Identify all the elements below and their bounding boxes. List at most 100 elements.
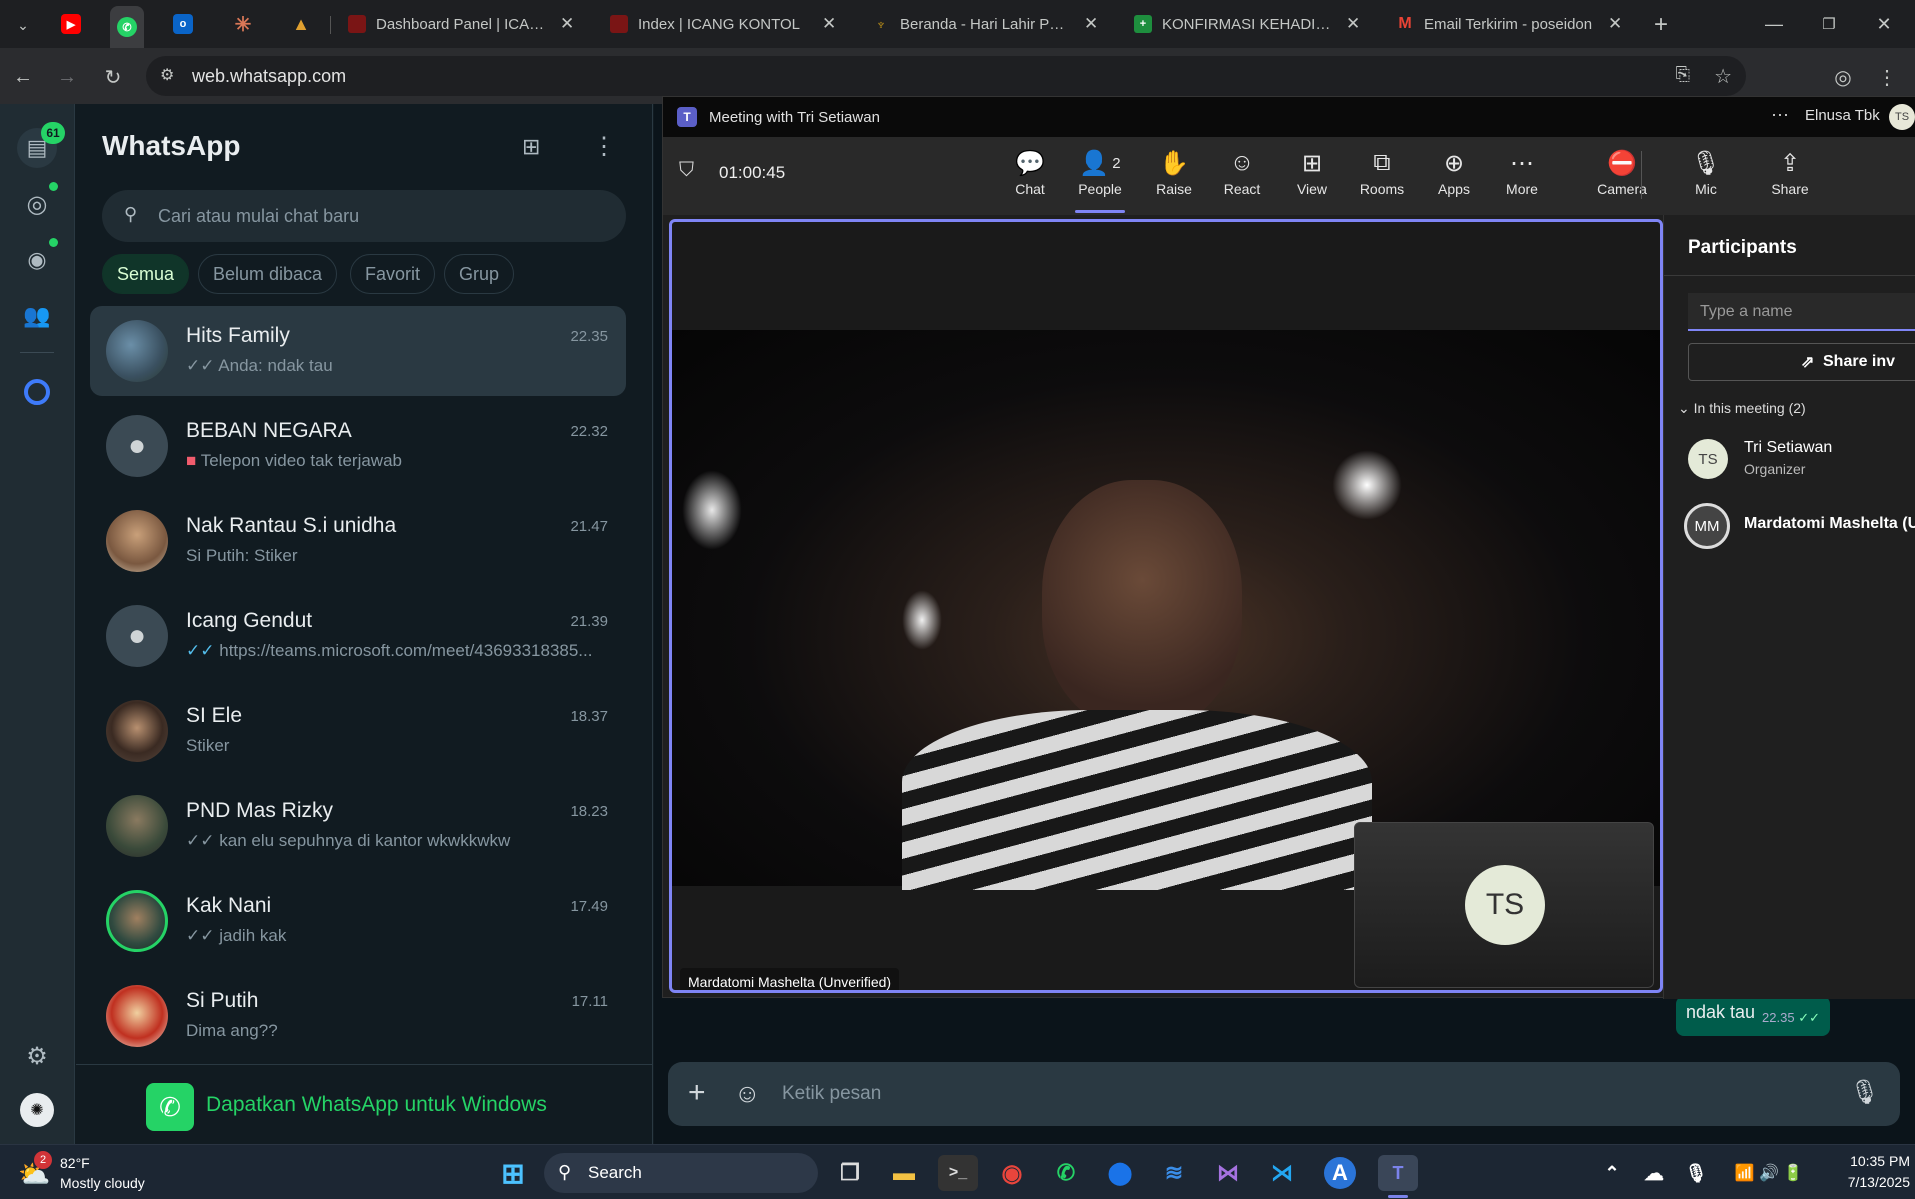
filter-favorites[interactable]: Favorit	[350, 254, 436, 294]
in-meeting-section[interactable]: ⌄ In this meeting (2)	[1678, 400, 1806, 417]
whatsapp-taskbar-button[interactable]: ✆	[1046, 1155, 1086, 1191]
back-button[interactable]: ←	[8, 62, 38, 92]
chrome-button[interactable]: ◉	[992, 1155, 1032, 1191]
reload-icon: ↻	[104, 66, 122, 89]
preview-text: jadih kak	[219, 926, 287, 945]
restore-button[interactable]: ❐	[1809, 10, 1849, 38]
toolbar-rooms-button[interactable]: ⧉ Rooms	[1349, 145, 1415, 209]
settings-nav-button[interactable]: ⚙	[17, 1036, 57, 1076]
pinned-tab-logo[interactable]: ▲	[284, 10, 318, 38]
close-icon[interactable]: ✕	[822, 14, 836, 34]
start-button[interactable]: ⊞	[493, 1155, 533, 1191]
task-view-button[interactable]: ❐	[830, 1155, 870, 1191]
toolbar-view-button[interactable]: ⊞ View	[1279, 145, 1345, 209]
app-button[interactable]: ≋	[1154, 1155, 1194, 1191]
pinned-tab-whatsapp[interactable]: ✆	[110, 6, 144, 48]
file-explorer-button[interactable]: ▬	[884, 1155, 924, 1191]
tab-konfirmasi[interactable]: + KONFIRMASI KEHADIRAN ✕	[1124, 6, 1379, 42]
visual-studio-button[interactable]: ⋈	[1208, 1155, 1248, 1191]
close-icon[interactable]: ✕	[1346, 14, 1360, 34]
participant-row[interactable]: MM Mardatomi Mashelta (U	[1684, 501, 1915, 551]
profile-button[interactable]: ◎	[1828, 62, 1858, 92]
taskbar-search[interactable]: ⚲ Search	[544, 1153, 818, 1193]
chat-item-hits-family[interactable]: Hits Family 22.35 ✓✓ Anda: ndak tau	[90, 306, 626, 396]
reload-button[interactable]: ↻	[98, 62, 128, 92]
message-composer[interactable]: + ☺ Ketik pesan 🎙	[668, 1062, 1900, 1126]
pinned-tab-outlook[interactable]: o	[166, 10, 200, 38]
chat-item-si-putih[interactable]: Si Putih 17.11 Dima ang??	[90, 971, 626, 1061]
bookmark-star-icon[interactable]: ☆	[1714, 64, 1732, 89]
filter-unread[interactable]: Belum dibaca	[198, 254, 338, 294]
terminal-button[interactable]: >_	[938, 1155, 978, 1191]
app-store-button[interactable]: A	[1324, 1157, 1356, 1189]
share-invite-button[interactable]: ⇗ Share inv	[1688, 343, 1915, 381]
toolbar-people-button[interactable]: 👤 2 People	[1067, 145, 1133, 213]
tab-dashboard-panel[interactable]: Dashboard Panel | ICANG ✕	[338, 6, 593, 42]
toolbar-raise-button[interactable]: ✋ Raise	[1141, 145, 1207, 209]
chat-item-nak-rantau[interactable]: Nak Rantau S.i unidha 21.47 Si Putih: St…	[90, 496, 626, 586]
new-chat-button[interactable]: ⊞	[522, 134, 540, 160]
close-icon[interactable]: ✕	[1608, 14, 1622, 34]
pinned-tab-youtube[interactable]: ▶	[54, 10, 88, 38]
chat-item-icang-gendut[interactable]: ● Icang Gendut 21.39 ✓✓ https://teams.mi…	[90, 591, 626, 681]
tab-index[interactable]: Index | ICANG KONTOL ✕	[600, 6, 855, 42]
toolbar-camera-button[interactable]: ⛔ Camera	[1589, 145, 1655, 209]
tab-title: Dashboard Panel | ICANG	[376, 15, 546, 33]
participant-row[interactable]: TS Tri Setiawan Organizer	[1688, 435, 1915, 481]
close-icon[interactable]: ✕	[560, 14, 574, 34]
minimize-button[interactable]: —	[1754, 10, 1794, 38]
system-tray-quick-settings[interactable]: 📶 🔊 🔋	[1714, 1155, 1824, 1191]
microphone-tray-button[interactable]: 🎙	[1676, 1155, 1716, 1191]
folder-icon: ▬	[893, 1160, 915, 1185]
participant-search-input[interactable]: Type a name	[1688, 293, 1915, 331]
chats-nav-button[interactable]: ▤ 61	[17, 122, 65, 168]
mic-icon[interactable]: 🎙	[1850, 1078, 1880, 1107]
toolbar-mic-button[interactable]: 🎙 Mic	[1673, 145, 1739, 209]
sticker-icon[interactable]: ☺	[734, 1078, 761, 1109]
close-window-button[interactable]: ✕	[1864, 10, 1904, 38]
teams-taskbar-button[interactable]: T	[1378, 1155, 1418, 1191]
toolbar-more-button[interactable]: ⋯ More	[1489, 145, 1555, 209]
profile-nav-button[interactable]: ✺	[17, 1090, 57, 1130]
tab-beranda[interactable]: ♆ Beranda - Hari Lahir Panca ✕	[862, 6, 1117, 42]
onedrive-button[interactable]: ☁	[1634, 1155, 1674, 1191]
get-windows-app-link[interactable]: ✆ Dapatkan WhatsApp untuk Windows	[76, 1064, 653, 1144]
address-bar[interactable]: ⚙ web.whatsapp.com ☆ ⎘	[146, 56, 1746, 96]
chat-time: 17.49	[570, 898, 608, 915]
toolbar-react-button[interactable]: ☺ React	[1209, 145, 1275, 209]
more-options-icon[interactable]: ⋯	[1771, 105, 1789, 126]
chat-item-si-ele[interactable]: SI Ele 18.37 Stiker	[90, 686, 626, 776]
forward-button[interactable]: →	[52, 62, 82, 92]
site-info-icon[interactable]: ⚙	[160, 65, 174, 85]
meta-ai-button[interactable]	[17, 372, 57, 412]
install-app-icon[interactable]: ⎘	[1676, 64, 1690, 85]
attach-button[interactable]: +	[688, 1076, 706, 1110]
communities-nav-button[interactable]: 👥	[17, 296, 57, 336]
show-hidden-icons-button[interactable]: ⌃	[1592, 1155, 1632, 1191]
menu-button[interactable]: ⋮	[592, 132, 616, 161]
new-tab-button[interactable]: +	[1646, 10, 1676, 40]
toolbar-apps-button[interactable]: ⊕ Apps	[1421, 145, 1487, 209]
user-avatar[interactable]: TS	[1889, 104, 1915, 130]
status-nav-button[interactable]: ◎	[17, 182, 58, 224]
browser-menu-button[interactable]: ⋮	[1872, 62, 1902, 92]
active-tab-underline	[1075, 210, 1125, 213]
toolbar-chat-button[interactable]: 💬 Chat	[997, 145, 1063, 209]
vscode-button[interactable]: ⋊	[1262, 1155, 1302, 1191]
tab-search-dropdown[interactable]: ⌄	[8, 10, 38, 40]
maps-button[interactable]: ⬤	[1100, 1155, 1140, 1191]
chat-item-kak-nani[interactable]: Kak Nani 17.49 ✓✓ jadih kak	[90, 876, 626, 966]
filter-groups[interactable]: Grup	[444, 254, 515, 294]
close-icon[interactable]: ✕	[1084, 14, 1098, 34]
toolbar-share-button[interactable]: ⇪ Share	[1757, 145, 1823, 209]
search-input[interactable]: ⚲ Cari atau mulai chat baru	[102, 190, 626, 242]
channels-nav-button[interactable]: ◉	[17, 238, 58, 280]
clock[interactable]: 10:35 PM 7/13/2025	[1830, 1151, 1910, 1193]
active-indicator	[1388, 1195, 1408, 1198]
pinned-tab-claude[interactable]: ✳	[226, 10, 260, 38]
tab-email[interactable]: M Email Terkirim - poseidon ✕	[1386, 6, 1641, 42]
filter-all[interactable]: Semua	[102, 254, 190, 294]
weather-widget[interactable]: ⛅ 2 82°F Mostly cloudy	[14, 1151, 184, 1195]
chat-item-beban-negara[interactable]: ● BEBAN NEGARA 22.32 ■ Telepon video tak…	[90, 401, 626, 491]
chat-item-pnd-mas-rizky[interactable]: PND Mas Rizky 18.23 ✓✓ kan elu sepuhnya …	[90, 781, 626, 871]
